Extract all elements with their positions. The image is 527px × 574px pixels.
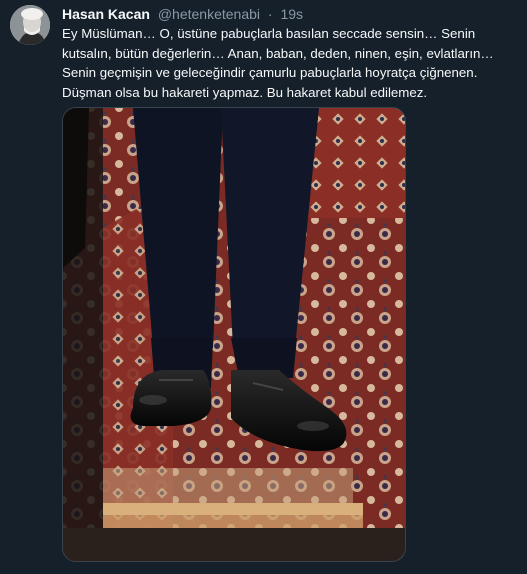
author-handle[interactable]: @hetenketenabi <box>158 6 260 22</box>
tweet-text-line: Senin geçmişin ve geleceğindir çamurlu p… <box>62 65 478 80</box>
tweet-timestamp[interactable]: 19s <box>280 6 303 22</box>
tweet-text-line: Ey Müslüman… O, üstüne pabuçlarla basıla… <box>62 26 476 41</box>
tweet-text-line: Düşman olsa bu hakareti yapmaz. Bu hakar… <box>62 84 428 100</box>
avatar-image <box>10 5 50 45</box>
separator-dot: · <box>267 6 273 22</box>
tweet-text: Ey Müslüman… O, üstüne pabuçlarla basıla… <box>62 24 512 102</box>
tweet-header: Hasan Kacan @hetenketenabi · 19s <box>62 5 303 23</box>
author-name[interactable]: Hasan Kacan <box>62 6 150 22</box>
tweet-media-photo[interactable] <box>62 107 406 562</box>
tweet-text-line: kutsalın, bütün değerlerin… Anan, baban,… <box>62 45 494 61</box>
tweet-card[interactable]: Hasan Kacan @hetenketenabi · 19s Ey Müsl… <box>0 0 527 574</box>
photo-of-shoes-on-prayer-rug <box>63 108 405 561</box>
avatar[interactable] <box>10 5 50 45</box>
